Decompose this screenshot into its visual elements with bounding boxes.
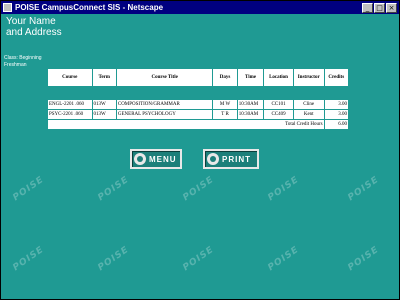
minimize-button[interactable]: _ <box>362 2 373 13</box>
header-instructor: Instructor <box>293 69 324 86</box>
watermark-logo: POISE <box>11 244 46 274</box>
print-icon <box>207 153 219 165</box>
cell-days: T R <box>213 110 237 119</box>
header-course: Course <box>48 69 92 86</box>
class-standing: Class: Beginning Freshman <box>4 55 42 69</box>
print-button[interactable]: PRINT <box>203 149 259 169</box>
watermark-logo: POISE <box>266 244 301 274</box>
cell-time: 10:30AM <box>237 110 264 119</box>
netscape-icon <box>3 3 12 12</box>
class-label: Class: Beginning <box>4 55 42 61</box>
total-row: Total Credit Hours 6.00 <box>48 120 348 129</box>
cell-term: 013W <box>92 110 116 119</box>
total-credit-value: 6.00 <box>324 120 348 129</box>
watermark-logo: POISE <box>96 174 131 204</box>
cell-course-title: COMPOSITION/GRAMMAR <box>116 100 213 109</box>
watermark-logo: POISE <box>11 174 46 204</box>
cell-course: ENGL-2201 .060 <box>48 100 92 109</box>
menu-button-label: MENU <box>149 154 177 164</box>
class-value: Freshman <box>4 62 27 68</box>
window-title: POISE CampusConnect SIS - Netscape <box>15 3 164 12</box>
watermark-logo: POISE <box>96 244 131 274</box>
cell-days: M W <box>213 100 237 109</box>
watermark-logo: POISE <box>181 174 216 204</box>
cell-location: CC101 <box>264 100 293 109</box>
menu-icon <box>134 153 146 165</box>
watermark-logo: POISE <box>266 174 301 204</box>
table-row: ENGL-2201 .060 013W COMPOSITION/GRAMMAR … <box>48 100 348 109</box>
watermark-logo: POISE <box>346 244 381 274</box>
cell-credits: 3.00 <box>324 110 348 119</box>
table-header-row: Course Term Course Title Days Time Locat… <box>48 69 348 86</box>
page-content: POISE POISE POISE POISE POISE POISE POIS… <box>1 14 399 299</box>
header-credits: Credits <box>324 69 348 86</box>
print-button-label: PRINT <box>222 154 251 164</box>
browser-window: POISE CampusConnect SIS - Netscape _ □ ×… <box>0 0 400 300</box>
cell-course: PSYC-2201 .060 <box>48 110 92 119</box>
student-name-address: Your Name and Address <box>6 16 62 38</box>
header-days: Days <box>213 69 237 86</box>
menu-button[interactable]: MENU <box>130 149 182 169</box>
header-term: Term <box>92 69 116 86</box>
title-bar: POISE CampusConnect SIS - Netscape _ □ × <box>1 1 399 14</box>
column-header-table: Course Term Course Title Days Time Locat… <box>47 68 349 87</box>
total-credit-label: Total Credit Hours <box>48 120 324 129</box>
watermark-logo: POISE <box>346 174 381 204</box>
maximize-button[interactable]: □ <box>374 2 385 13</box>
cell-instructor: Kent <box>293 110 324 119</box>
header-time: Time <box>237 69 264 86</box>
table-row: PSYC-2201 .060 013W GENERAL PSYCHOLOGY T… <box>48 110 348 119</box>
cell-location: CC409 <box>264 110 293 119</box>
schedule-table: ENGL-2201 .060 013W COMPOSITION/GRAMMAR … <box>47 99 349 130</box>
cell-credits: 3.00 <box>324 100 348 109</box>
watermark-logo: POISE <box>181 244 216 274</box>
student-name: Your Name <box>6 16 56 27</box>
header-course-title: Course Title <box>116 69 213 86</box>
cell-course-title: GENERAL PSYCHOLOGY <box>116 110 213 119</box>
cell-instructor: Cline <box>293 100 324 109</box>
header-location: Location <box>264 69 293 86</box>
cell-term: 013W <box>92 100 116 109</box>
cell-time: 10:30AM <box>237 100 264 109</box>
close-button[interactable]: × <box>386 2 397 13</box>
student-address: and Address <box>6 27 62 38</box>
